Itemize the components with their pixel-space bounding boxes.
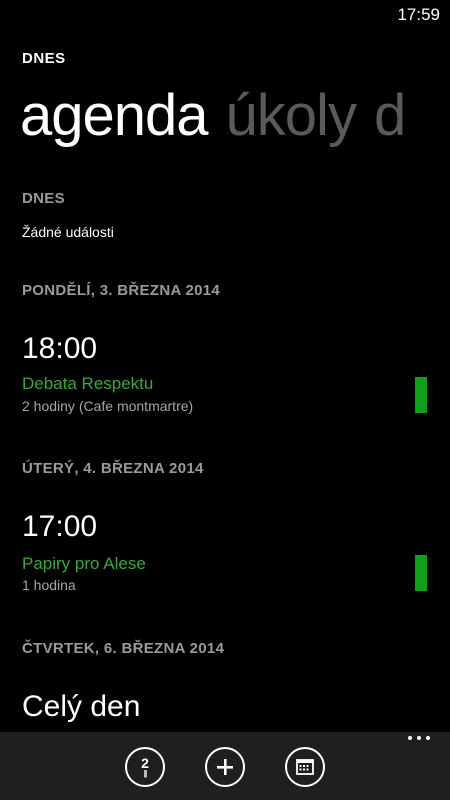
section-header-today: DNES (22, 190, 65, 207)
today-number: 2 (141, 755, 149, 771)
calendar-icon (296, 759, 314, 775)
event-time: 17:00 (22, 510, 98, 543)
event-time: 18:00 (22, 332, 98, 365)
ellipsis-icon[interactable] (408, 736, 430, 740)
today-button[interactable]: 2 ||| (125, 747, 165, 787)
section-header-tuesday: ÚTERÝ, 4. BŘEZNA 2014 (22, 460, 204, 477)
calendar-button[interactable] (285, 747, 325, 787)
no-events-text: Žádné události (22, 224, 114, 240)
event-title: Debata Respektu (22, 374, 154, 393)
allday-label[interactable]: Celý den (22, 690, 140, 724)
app-bar: 2 ||| (0, 732, 450, 800)
ellipsis-dot (417, 736, 421, 740)
today-icon: 2 ||| (141, 756, 149, 778)
app-title: DNES (22, 50, 66, 67)
event-detail: 1 hodina (22, 577, 76, 593)
plus-icon (217, 759, 233, 775)
event-color-bar (415, 555, 427, 591)
ellipsis-dot (408, 736, 412, 740)
today-lines: ||| (143, 769, 147, 778)
tab-agenda[interactable]: agenda (20, 82, 209, 150)
event-color-bar (415, 377, 427, 413)
event-detail: 2 hodiny (Cafe montmartre) (22, 398, 194, 414)
section-header-monday: PONDĚLÍ, 3. BŘEZNA 2014 (22, 282, 221, 299)
status-time: 17:59 (397, 5, 440, 24)
tab-next[interactable]: d (374, 82, 406, 150)
section-header-thursday: ČTVRTEK, 6. BŘEZNA 2014 (22, 640, 225, 657)
tab-ukoly[interactable]: úkoly (226, 82, 357, 150)
pivot-header: agenda úkoly d (20, 82, 423, 150)
ellipsis-dot (426, 736, 430, 740)
add-button[interactable] (205, 747, 245, 787)
status-bar: 17:59 (0, 0, 450, 30)
event-title: Papiry pro Alese (22, 554, 146, 573)
